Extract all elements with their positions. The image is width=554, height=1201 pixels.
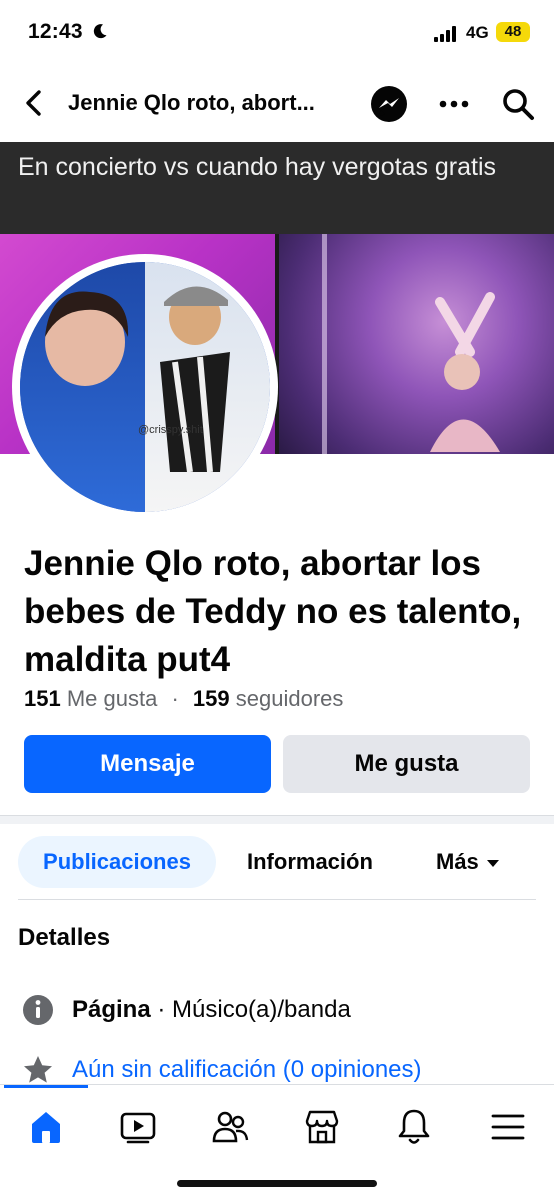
info-icon xyxy=(23,995,53,1025)
tabs-divider xyxy=(18,899,536,900)
followers-count: 159 xyxy=(192,686,230,711)
page-stats: 151 Me gusta · 159 seguidores xyxy=(24,686,343,712)
battery-icon: 48 xyxy=(496,22,530,42)
star-icon xyxy=(24,1056,52,1083)
category-name: · Músico(a)/banda xyxy=(150,996,351,1023)
category-type: Página xyxy=(72,996,151,1023)
status-time: 12:43 xyxy=(28,20,83,43)
rating-link[interactable]: Aún sin calificación (0 opiniones) xyxy=(72,1056,422,1084)
message-button[interactable]: Mensaje xyxy=(24,735,271,793)
header-title: Jennie Qlo roto, abort... xyxy=(68,90,315,115)
home-indicator[interactable] xyxy=(177,1180,377,1187)
avatar-face-left xyxy=(45,291,129,386)
menu-icon[interactable] xyxy=(486,1105,530,1149)
cover-caption: En concierto vs cuando hay vergotas grat… xyxy=(18,153,497,181)
cover-caption-bar: En concierto vs cuando hay vergotas grat… xyxy=(0,142,554,234)
active-tab-indicator xyxy=(4,1085,88,1088)
likes-count: 151 xyxy=(24,686,61,711)
video-icon[interactable] xyxy=(116,1105,160,1149)
dancer-figure xyxy=(430,292,500,452)
tab-more-label: Más xyxy=(436,849,479,874)
profile-avatar[interactable]: @crisspy.shit xyxy=(12,254,278,520)
avatar-image: @crisspy.shit xyxy=(20,262,270,512)
messenger-icon[interactable] xyxy=(369,84,409,124)
search-icon[interactable] xyxy=(500,86,536,122)
home-icon[interactable] xyxy=(24,1105,68,1149)
friends-icon[interactable] xyxy=(208,1105,252,1149)
tab-info[interactable]: Información xyxy=(247,836,373,888)
tab-posts[interactable]: Publicaciones xyxy=(18,836,216,888)
stats-separator: · xyxy=(171,686,179,711)
signal-icon xyxy=(434,26,456,42)
section-separator xyxy=(0,815,554,824)
avatar-watermark: @crisspy.shit xyxy=(138,424,203,436)
marketplace-icon[interactable] xyxy=(300,1105,344,1149)
notifications-bell-icon[interactable] xyxy=(392,1105,436,1149)
status-bar: 12:43 4G 48 xyxy=(0,0,554,62)
likes-label[interactable]: Me gusta xyxy=(67,686,158,711)
details-heading: Detalles xyxy=(18,924,111,951)
like-button[interactable]: Me gusta xyxy=(283,735,530,793)
avatar-face-right xyxy=(160,286,230,472)
tab-more[interactable]: Más xyxy=(436,836,499,888)
page-header: Jennie Qlo roto, abort... xyxy=(0,70,554,138)
more-options-icon[interactable] xyxy=(437,90,471,118)
cover-pole xyxy=(322,234,327,454)
moon-icon xyxy=(93,24,107,39)
network-type: 4G xyxy=(466,23,489,42)
caret-down-icon xyxy=(486,859,499,867)
followers-label[interactable]: seguidores xyxy=(236,686,344,711)
page-title: Jennie Qlo roto, abortar los bebes de Te… xyxy=(24,544,522,679)
back-arrow-icon[interactable] xyxy=(18,86,52,120)
